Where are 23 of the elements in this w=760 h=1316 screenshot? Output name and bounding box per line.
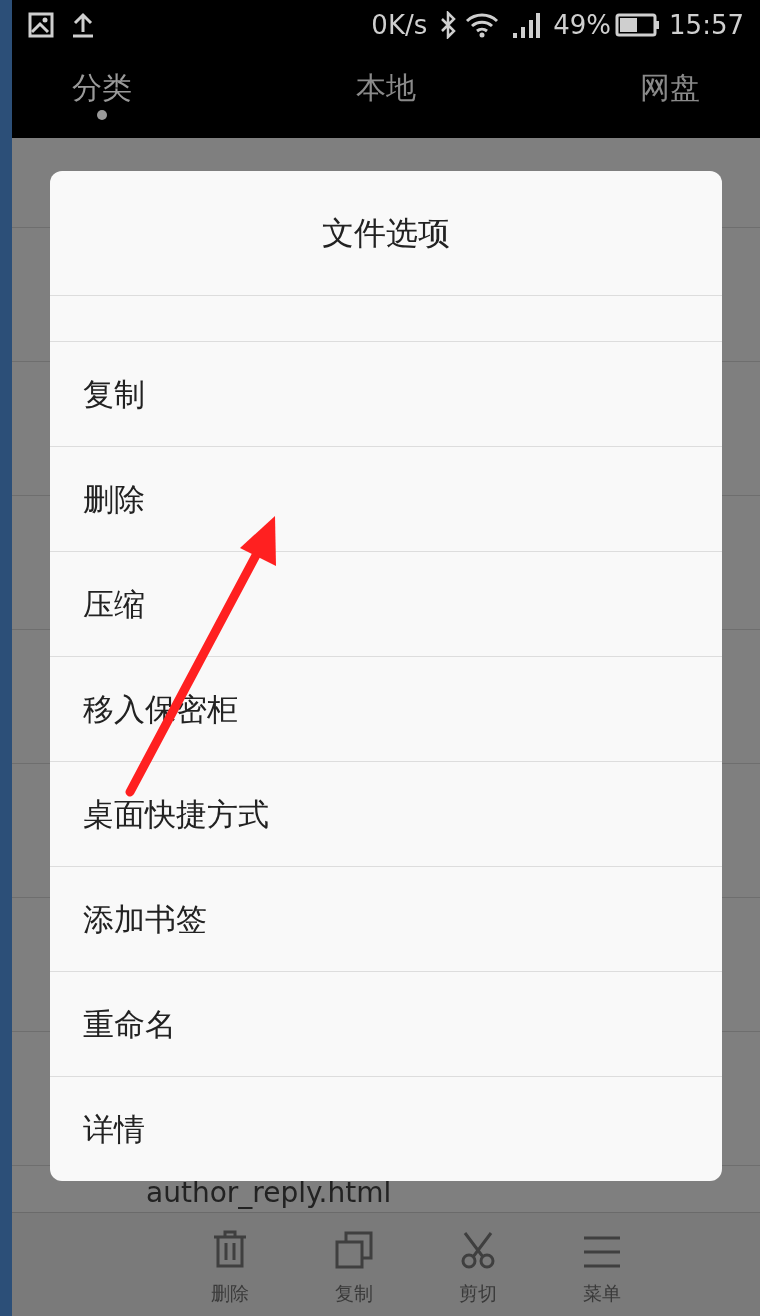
battery-percent: 49%	[553, 8, 612, 42]
scissors-icon	[461, 1231, 495, 1269]
bluetooth-icon	[439, 11, 458, 39]
wifi-icon	[465, 12, 500, 38]
menu-item[interactable]: 详情	[50, 1077, 722, 1181]
copy-icon	[335, 1231, 373, 1269]
menu-item[interactable]: 复制	[50, 342, 722, 447]
tab[interactable]: 分类	[72, 68, 132, 120]
menu-item[interactable]: 桌面快捷方式	[50, 762, 722, 867]
tab[interactable]: 本地	[356, 68, 416, 120]
tab[interactable]: 网盘	[640, 68, 700, 120]
clock: 15:57	[669, 8, 744, 42]
menu-item[interactable]: 添加书签	[50, 867, 722, 972]
upload-icon	[70, 12, 96, 38]
battery-icon	[615, 13, 662, 37]
trash-icon	[212, 1229, 248, 1269]
dialog-title: 文件选项	[322, 213, 450, 254]
file-name: author_reply.html	[146, 1178, 392, 1208]
menu-item[interactable]: 重命名	[50, 972, 722, 1077]
network-speed: 0K/s	[371, 8, 428, 42]
signal-icon	[511, 11, 542, 39]
image-icon	[28, 12, 54, 38]
menu-icon	[584, 1235, 620, 1269]
